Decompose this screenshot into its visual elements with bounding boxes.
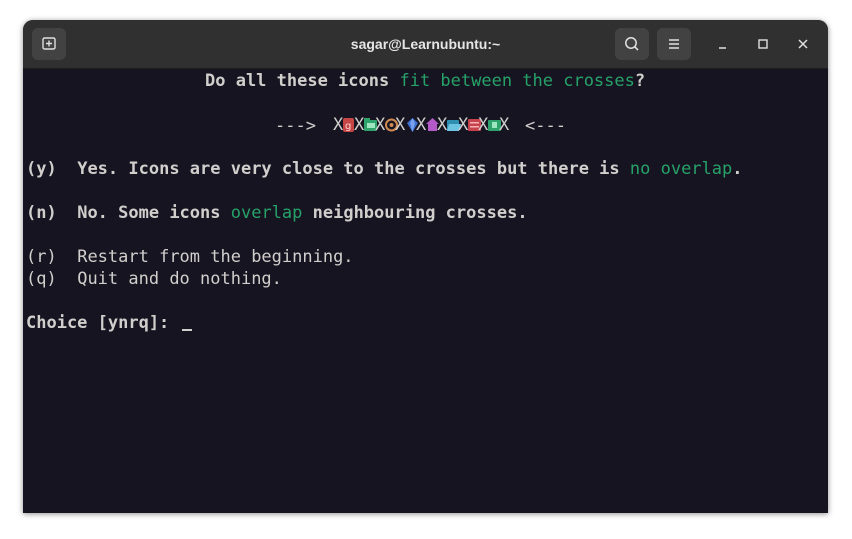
cross: X (458, 115, 469, 135)
option-text: . (732, 159, 743, 179)
arrow-left: ---> (275, 116, 316, 136)
option-text: Yes. Icons are very close to the crosses… (77, 159, 630, 179)
cross: X (437, 115, 448, 135)
option-quit: (q) Quit and do nothing. (26, 268, 282, 290)
maximize-button[interactable] (751, 32, 775, 56)
text-cursor (181, 329, 192, 331)
close-icon (798, 39, 808, 49)
question-text: Do all these icons (205, 71, 400, 91)
cross: X (333, 115, 344, 135)
option-key: (r) (26, 247, 57, 267)
cross: X (416, 115, 427, 135)
option-yes: (y) Yes. Icons are very close to the cro… (26, 158, 743, 180)
cross: X (354, 115, 365, 135)
option-text: Restart from the beginning. (77, 247, 354, 267)
option-highlight: no overlap (629, 159, 733, 179)
terminal-output[interactable]: Do all these icons fit between the cross… (23, 69, 828, 513)
terminal-window: sagar@Learnubuntu:~ Do all these icons f… (23, 20, 828, 513)
question-mark: ? (634, 71, 646, 91)
window-title: sagar@Learnubuntu:~ (350, 36, 501, 52)
title-bar: sagar@Learnubuntu:~ (23, 20, 828, 69)
search-icon (625, 37, 639, 51)
cross: X (499, 115, 510, 135)
close-button[interactable] (791, 32, 815, 56)
choice-prompt[interactable]: Choice [ynrq]: (26, 312, 192, 334)
search-button[interactable] (615, 28, 649, 60)
cross: X (395, 115, 406, 135)
arrow-right: <--- (525, 116, 566, 136)
prompt-text: Choice [ynrq]: (26, 313, 170, 333)
minimize-button[interactable] (711, 32, 735, 56)
option-no: (n) No. Some icons overlap neighbouring … (26, 202, 528, 224)
option-text: neighbouring crosses. (302, 203, 528, 223)
option-text: Quit and do nothing. (77, 269, 282, 289)
option-text: No. Some icons (77, 203, 231, 223)
cross: X (375, 115, 386, 135)
svg-text:g: g (345, 121, 351, 132)
option-key: (y) (26, 159, 57, 179)
question-line: Do all these icons fit between the cross… (205, 70, 645, 92)
gmail-glyph-icon: g (343, 118, 354, 132)
hamburger-menu-icon (669, 39, 679, 49)
question-highlight: fit between the crosses (399, 71, 635, 91)
maximize-icon (758, 39, 768, 49)
option-key: (n) (26, 203, 57, 223)
option-restart: (r) Restart from the beginning. (26, 246, 354, 268)
option-highlight: overlap (230, 203, 303, 223)
menu-button[interactable] (657, 28, 691, 60)
cross: X (478, 115, 489, 135)
option-key: (q) (26, 269, 57, 289)
minimize-icon (719, 47, 726, 49)
